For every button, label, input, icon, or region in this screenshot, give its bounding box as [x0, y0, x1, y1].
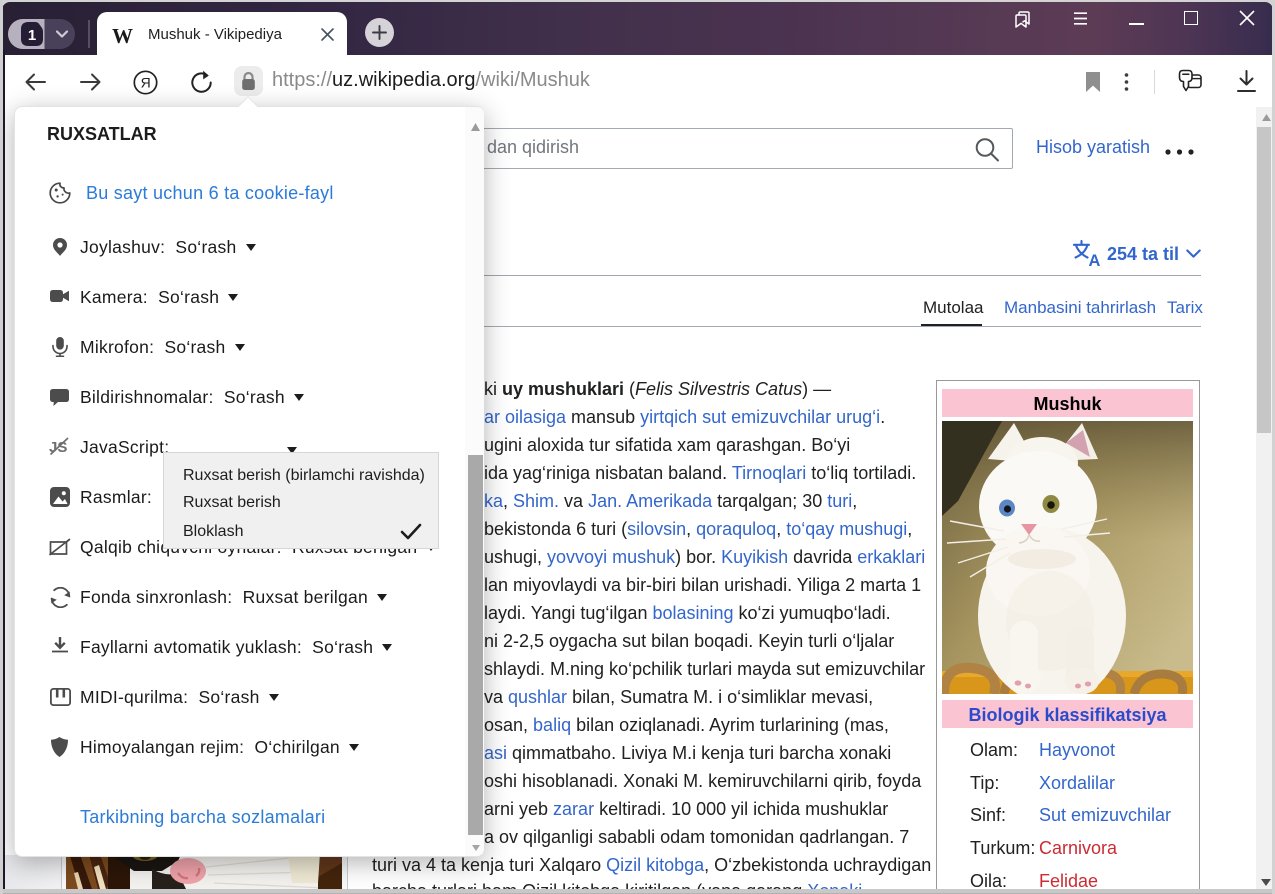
svg-text:A: A — [1089, 252, 1101, 266]
svg-text:Я: Я — [141, 75, 151, 91]
svg-text:1: 1 — [28, 27, 36, 44]
